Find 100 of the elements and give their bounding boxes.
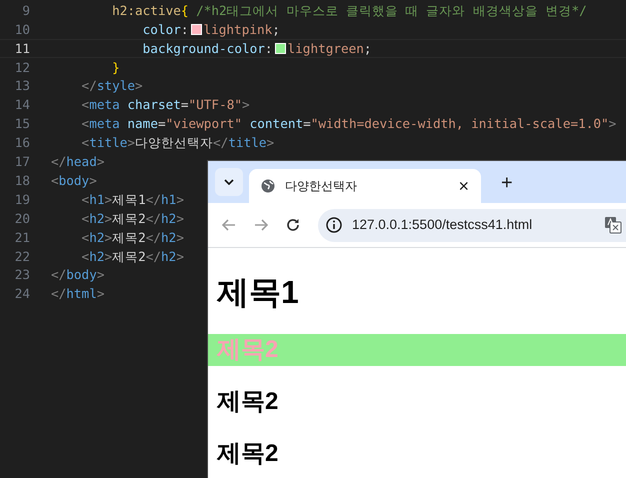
code-text: : [264, 40, 273, 58]
code-text: ; [272, 20, 280, 39]
tag-bracket: > [104, 228, 112, 247]
color-swatch[interactable] [274, 42, 286, 54]
tag-bracket: > [96, 285, 104, 304]
info-icon[interactable] [326, 217, 342, 233]
tag-name: body [58, 172, 90, 190]
line-number: 24 [14, 285, 30, 304]
tag-name: h2 [89, 228, 104, 247]
tag-bracket: > [135, 77, 143, 96]
tag-name: h2 [89, 248, 104, 266]
tag-name: head [66, 153, 97, 172]
css-selector: h2:active [111, 2, 181, 20]
code-value: "width=device-width, initial-scale=1.0" [310, 115, 609, 134]
tag-bracket: > [96, 266, 104, 284]
code-text: : [180, 20, 188, 39]
tag-bracket: </ [213, 134, 228, 152]
tag-bracket: </ [146, 248, 162, 266]
tag-name: h2 [161, 248, 176, 266]
line-number: 18 [14, 172, 30, 190]
line-number: 11 [14, 40, 30, 58]
line-number: 10 [14, 20, 30, 39]
address-bar[interactable]: 127.0.0.1:5500/testcss41.html [318, 208, 626, 242]
code-text: 제목2 [112, 248, 146, 266]
reload-icon[interactable] [286, 218, 300, 232]
brace: { [180, 2, 188, 20]
url-text: 127.0.0.1:5500/testcss41.html [352, 216, 534, 234]
tag-bracket: </ [51, 153, 66, 172]
tag-bracket: </ [146, 228, 162, 247]
code-text: = [158, 115, 166, 134]
tag-bracket: > [104, 248, 112, 266]
tag-bracket: < [51, 172, 59, 190]
tag-name: style [96, 77, 136, 96]
css-property: color [142, 20, 181, 39]
tag-bracket: > [176, 190, 184, 209]
line-number: 21 [14, 228, 30, 247]
tag-name: h2 [161, 228, 176, 247]
line-number: 16 [14, 134, 30, 152]
css-property: background-color [142, 40, 265, 58]
translate-icon[interactable] [604, 216, 622, 234]
code-value: "viewport" [166, 115, 242, 134]
page-heading: 제목1 [216, 274, 300, 310]
tag-bracket: < [80, 134, 90, 152]
tag-bracket: </ [146, 210, 162, 228]
tag-name: title [228, 134, 267, 152]
tag-bracket: < [80, 228, 90, 247]
code-value: lightpink [204, 20, 272, 39]
tag-name: h2 [161, 210, 176, 228]
tag-bracket: </ [80, 77, 97, 96]
tag-name: h2 [89, 210, 104, 228]
tag-bracket: > [104, 210, 112, 228]
tag-bracket: > [127, 134, 136, 152]
close-tab-button[interactable]: × [458, 177, 469, 195]
tag-bracket: > [104, 190, 112, 209]
line-number: 9 [21, 2, 30, 20]
code-value: lightgreen [288, 40, 364, 58]
code-value: "UTF-8" [188, 96, 242, 114]
code-text: 다양한선택자 [135, 134, 214, 152]
tag-bracket: > [266, 134, 274, 152]
line-number: 17 [14, 153, 30, 172]
forward-arrow-icon[interactable] [254, 219, 268, 231]
code-text: 제목2 [112, 210, 146, 228]
page-subheading: 제목2 [216, 439, 280, 469]
line-number: 15 [14, 115, 30, 134]
code-text: ; [364, 40, 372, 58]
tag-bracket: < [80, 115, 90, 134]
chevron-down-icon [224, 179, 234, 185]
back-arrow-icon[interactable] [222, 219, 236, 231]
code-text: = [303, 115, 311, 134]
tab-title: 다양한선택자 [285, 178, 358, 195]
new-tab-button[interactable]: + [501, 173, 513, 193]
tag-name: meta [89, 96, 120, 114]
tag-bracket: > [176, 210, 184, 228]
tag-bracket: </ [51, 266, 66, 284]
tag-bracket: > [96, 153, 104, 172]
tag-bracket: </ [51, 285, 66, 304]
attribute-name: content [248, 115, 304, 134]
code-text: = [180, 96, 189, 114]
globe-icon [261, 179, 275, 193]
browser-tab[interactable]: 다양한선택자 × [249, 169, 481, 203]
tag-bracket: </ [146, 190, 162, 209]
attribute-name: name [126, 115, 158, 134]
tag-bracket: < [80, 190, 90, 209]
page-subheading: 제목2 [208, 334, 626, 366]
color-swatch[interactable] [190, 24, 202, 35]
tag-bracket: < [80, 210, 90, 228]
brace: } [111, 58, 120, 77]
line-number: 14 [14, 96, 30, 114]
code-text: 제목1 [112, 190, 146, 209]
code-comment: /*h2태그에서 마우스로 클릭했을 때 글자와 배경색상을 변경*/ [195, 2, 587, 20]
tag-bracket: > [176, 228, 184, 247]
tag-bracket: > [242, 96, 250, 114]
code-text: 제목2 [112, 228, 146, 247]
line-number: 12 [14, 58, 30, 77]
tag-bracket: > [608, 115, 616, 134]
tag-name: title [89, 134, 128, 152]
line-number: 19 [14, 190, 30, 209]
line-number: 13 [14, 77, 30, 96]
tab-search-button[interactable] [215, 168, 243, 196]
tag-name: meta [89, 115, 120, 134]
